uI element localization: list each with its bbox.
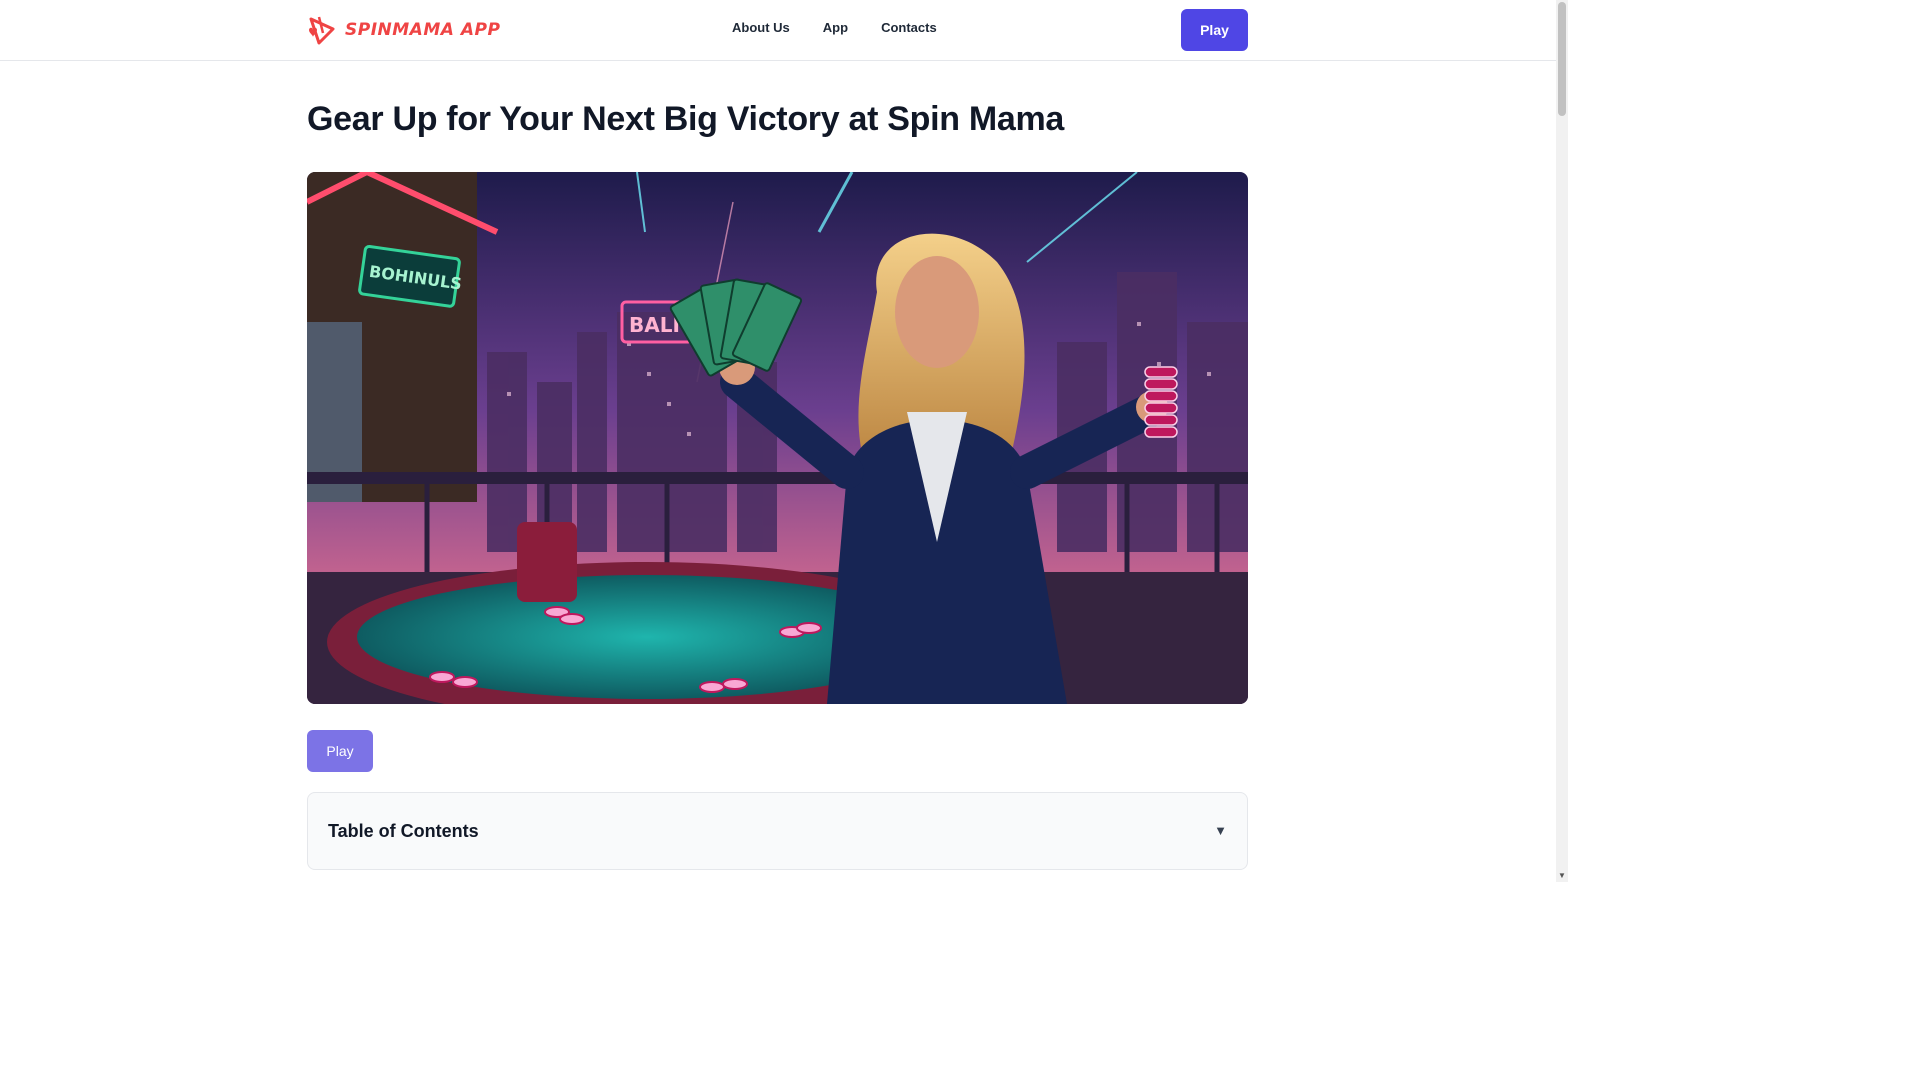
logo-icon — [309, 16, 335, 45]
main-nav: About Us App Contacts — [732, 20, 937, 35]
toc-title: Table of Contents — [328, 821, 479, 841]
hero-image: BALI BOHINULS — [307, 172, 1248, 704]
nav-contacts[interactable]: Contacts — [881, 20, 937, 35]
scroll-down-icon[interactable]: ▼ — [1558, 871, 1566, 880]
site-header: SPINMAMA APP About Us App Contacts Play — [0, 0, 1556, 61]
logo[interactable]: SPINMAMA APP — [307, 12, 500, 48]
hero-neon-text: BALI — [629, 313, 680, 337]
logo-text: SPINMAMA APP — [345, 20, 501, 40]
scrollbar-thumb[interactable] — [1558, 2, 1566, 116]
table-of-contents[interactable]: Table of Contents ▼ — [307, 792, 1248, 870]
nav-app[interactable]: App — [823, 20, 848, 35]
play-button[interactable]: Play — [307, 730, 373, 772]
chevron-down-icon[interactable]: ▼ — [1214, 823, 1227, 838]
header-play-button[interactable]: Play — [1181, 9, 1248, 51]
nav-about-us[interactable]: About Us — [732, 20, 790, 35]
page-scrollbar[interactable]: ▼ — [1556, 0, 1568, 882]
page-title: Gear Up for Your Next Big Victory at Spi… — [307, 100, 1065, 138]
